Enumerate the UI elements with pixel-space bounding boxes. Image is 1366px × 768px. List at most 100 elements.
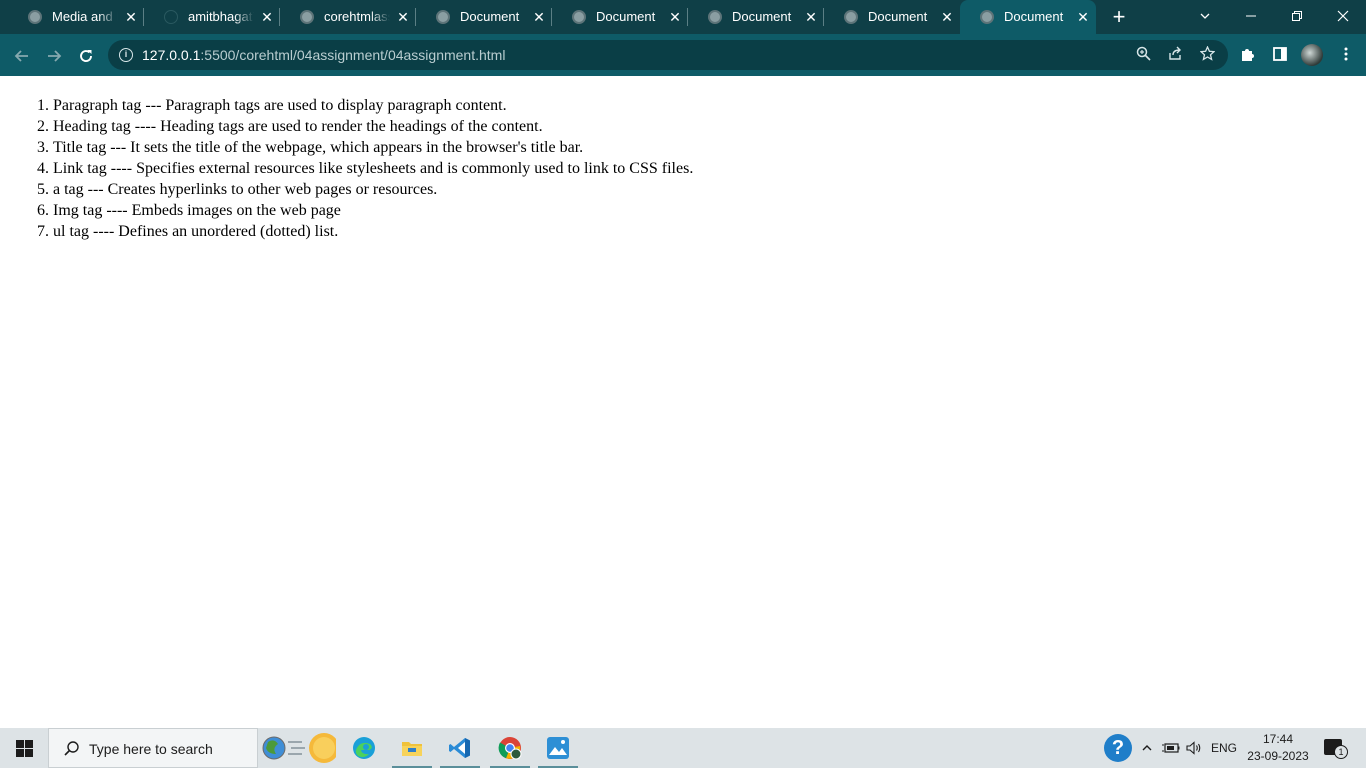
arrow-right-icon — [48, 50, 62, 62]
new-tab-button[interactable]: + — [1106, 4, 1132, 30]
close-icon — [1337, 10, 1349, 22]
github-icon — [164, 10, 178, 24]
chrome-logo — [498, 737, 522, 760]
forward-button[interactable] — [40, 42, 68, 70]
tab-title: Media and Fo — [52, 9, 118, 24]
back-button[interactable] — [8, 42, 36, 70]
list-item: Link tag ---- Specifies external resourc… — [53, 158, 693, 179]
restore-icon — [1292, 11, 1302, 21]
close-icon[interactable]: ✕ — [124, 8, 138, 26]
minimize-icon — [1246, 15, 1256, 17]
windows-logo-icon — [16, 740, 24, 748]
url-text[interactable]: 127.0.0.1:5500/corehtml/04assignment/04a… — [142, 47, 505, 63]
arrow-left-icon — [14, 50, 28, 62]
language-indicator[interactable]: ENG — [1208, 728, 1240, 768]
vscode-logo — [449, 738, 470, 758]
restore-button[interactable] — [1274, 0, 1320, 34]
tab-title: corehtmlassig — [324, 9, 390, 24]
tab-document-active[interactable]: Document ✕ — [960, 0, 1096, 34]
site-info-icon[interactable]: i — [119, 48, 133, 62]
reload-button[interactable] — [72, 42, 100, 70]
tab-document-1[interactable]: Document ✕ — [416, 0, 552, 34]
bookmark-star-icon[interactable] — [1198, 45, 1216, 64]
close-icon[interactable]: ✕ — [668, 8, 682, 26]
windows-logo-icon — [25, 749, 33, 757]
start-button[interactable] — [0, 728, 48, 768]
taskbar-search[interactable]: Type here to search — [48, 728, 258, 768]
profile-avatar[interactable] — [1301, 44, 1323, 66]
list-item: a tag --- Creates hyperlinks to other we… — [53, 179, 693, 200]
share-arrow-icon — [1168, 46, 1181, 60]
magnifier-icon — [1136, 46, 1151, 61]
tab-title: Document — [460, 9, 520, 24]
tab-document-2[interactable]: Document ✕ — [552, 0, 688, 34]
tab-search-button[interactable] — [1182, 0, 1228, 34]
clock-date: 23-09-2023 — [1247, 749, 1309, 763]
globe-icon — [980, 10, 994, 24]
panel-icon — [1273, 47, 1287, 61]
help-icon[interactable]: ? — [1104, 734, 1132, 762]
globe-icon — [28, 10, 42, 24]
search-placeholder: Type here to search — [89, 741, 213, 757]
volume-icon[interactable] — [1184, 728, 1206, 768]
chevron-up-icon — [1142, 745, 1152, 751]
chrome-icon[interactable] — [486, 728, 534, 768]
windows-logo-icon — [16, 749, 24, 757]
more-vertical-icon — [1344, 47, 1348, 61]
notification-center-button[interactable]: 1 — [1320, 737, 1348, 761]
taskbar: Type here to search ? ENG 17:44 23-09-20… — [0, 728, 1366, 768]
side-panel-icon[interactable] — [1270, 46, 1290, 66]
tab-corehtmlassig[interactable]: corehtmlassig ✕ — [280, 0, 416, 34]
clock[interactable]: 17:44 23-09-2023 — [1244, 731, 1312, 765]
url-host: 127.0.0.1 — [142, 47, 201, 63]
clock-time: 17:44 — [1262, 732, 1294, 746]
search-icon — [64, 741, 79, 756]
globe-icon — [436, 10, 450, 24]
notification-badge: 1 — [1334, 745, 1348, 759]
list-item: Heading tag ---- Heading tags are used t… — [53, 116, 693, 137]
weather-widget[interactable] — [262, 732, 339, 764]
tab-document-3[interactable]: Document ✕ — [688, 0, 824, 34]
photos-icon[interactable] — [534, 728, 582, 768]
battery-icon[interactable] — [1160, 728, 1182, 768]
extensions-puzzle-icon[interactable] — [1238, 46, 1258, 66]
share-icon[interactable] — [1166, 46, 1184, 64]
close-icon[interactable]: ✕ — [1076, 8, 1090, 26]
tab-title: Document — [868, 9, 928, 24]
close-icon[interactable]: ✕ — [804, 8, 818, 26]
list-item: Paragraph tag --- Paragraph tags are use… — [53, 95, 693, 116]
globe-icon — [708, 10, 722, 24]
weather-sun-icon — [262, 733, 339, 763]
html-tags-list: Paragraph tag --- Paragraph tags are use… — [53, 95, 693, 242]
close-icon[interactable]: ✕ — [396, 8, 410, 26]
zoom-icon[interactable] — [1134, 46, 1152, 64]
tab-title: amitbhagat77 — [188, 9, 254, 24]
reload-icon — [80, 50, 92, 62]
close-icon[interactable]: ✕ — [260, 8, 274, 26]
close-icon[interactable]: ✕ — [940, 8, 954, 26]
edge-icon[interactable] — [340, 728, 388, 768]
tab-title: Document — [732, 9, 792, 24]
list-item: ul tag ---- Defines an unordered (dotted… — [53, 221, 693, 242]
show-hidden-icons-button[interactable] — [1138, 728, 1156, 768]
tab-title: Document — [596, 9, 656, 24]
tab-media-and-fo[interactable]: Media and Fo ✕ — [8, 0, 144, 34]
photos-logo — [547, 737, 569, 759]
list-item: Title tag --- It sets the title of the w… — [53, 137, 693, 158]
address-bar[interactable]: i 127.0.0.1:5500/corehtml/04assignment/0… — [108, 40, 1228, 70]
chevron-down-icon — [1200, 13, 1210, 19]
tab-document-4[interactable]: Document ✕ — [824, 0, 960, 34]
battery-plug-icon — [1162, 743, 1180, 753]
page-viewport: Paragraph tag --- Paragraph tags are use… — [0, 76, 1366, 728]
file-explorer-icon[interactable] — [388, 728, 436, 768]
browser-toolbar: i 127.0.0.1:5500/corehtml/04assignment/0… — [0, 34, 1366, 76]
tab-amitbhagat[interactable]: amitbhagat77 ✕ — [144, 0, 280, 34]
globe-icon — [572, 10, 586, 24]
vscode-icon[interactable] — [436, 728, 484, 768]
edge-logo — [353, 737, 375, 759]
close-icon[interactable]: ✕ — [532, 8, 546, 26]
menu-kebab-icon[interactable] — [1336, 46, 1356, 66]
close-window-button[interactable] — [1320, 0, 1366, 34]
globe-icon — [844, 10, 858, 24]
minimize-button[interactable] — [1228, 0, 1274, 34]
